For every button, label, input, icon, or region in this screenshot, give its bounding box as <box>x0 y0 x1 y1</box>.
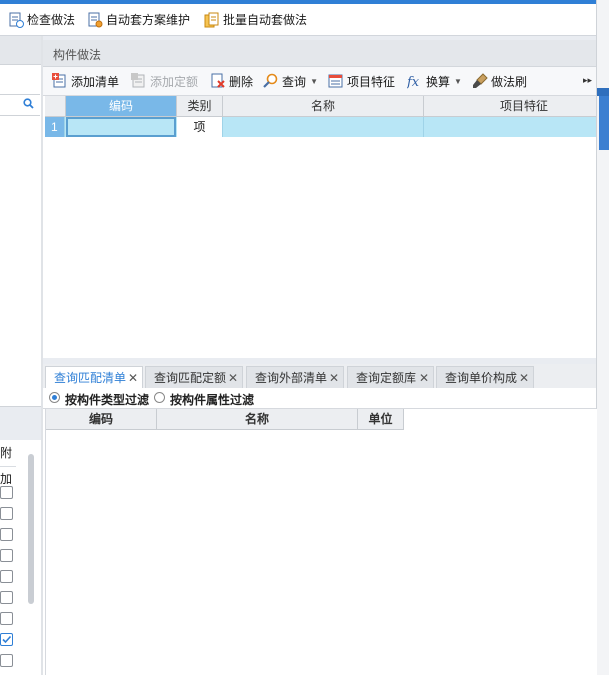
header-category[interactable]: 类别 <box>177 96 223 116</box>
tab-query-external-list[interactable]: 查询外部清单 ✕ <box>246 366 344 388</box>
auto-scheme-button[interactable]: 自动套方案维护 <box>83 8 194 32</box>
filter-by-attribute-radio[interactable] <box>154 392 165 403</box>
add-list-icon <box>52 73 68 89</box>
panel-title-bar: 构件做法 <box>43 40 596 67</box>
feature-table-icon <box>328 73 344 89</box>
search-icon <box>263 73 279 89</box>
left-search-box[interactable] <box>0 94 40 116</box>
left-panel-splitter[interactable] <box>0 406 41 441</box>
column-header-attach: 附加 <box>0 440 16 486</box>
left-panel-header <box>0 36 41 65</box>
check-method-button[interactable]: 检查做法 <box>4 8 79 32</box>
convert-button[interactable]: fx 换算 ▼ <box>404 69 465 93</box>
main-toolbar: 检查做法 自动套方案维护 批量自动套做法 <box>0 4 596 36</box>
add-quota-icon <box>131 73 147 89</box>
method-brush-button[interactable]: 做法刷 <box>469 69 530 93</box>
filter-by-type-label[interactable]: 按构件类型过滤 <box>65 391 149 408</box>
chevron-down-icon[interactable]: ▼ <box>310 77 318 86</box>
table-row[interactable]: 1 项 <box>45 117 596 137</box>
result-header-unit[interactable]: 单位 <box>358 409 404 430</box>
close-icon[interactable]: ✕ <box>519 367 529 389</box>
filter-by-type-radio[interactable] <box>49 392 60 403</box>
close-icon[interactable]: ✕ <box>228 367 238 389</box>
row-number[interactable]: 1 <box>45 117 65 137</box>
left-vertical-scrollbar[interactable] <box>28 454 34 604</box>
tab-query-unit-price[interactable]: 查询单价构成 ✕ <box>436 366 534 388</box>
attach-checkbox[interactable] <box>0 654 13 667</box>
attach-checkbox[interactable] <box>0 507 13 520</box>
left-panel: 附加 <box>0 36 42 675</box>
document-gear-icon <box>87 12 103 28</box>
filter-by-attribute-label[interactable]: 按构件属性过滤 <box>170 391 254 408</box>
batch-documents-icon <box>204 12 220 28</box>
component-method-panel: 构件做法 添加清单 添加定额 删除 查询 ▼ 项目特征 fx 换算 ▼ 做法刷 … <box>43 40 597 675</box>
dock-tab-top <box>597 88 609 96</box>
tab-query-quota-library[interactable]: 查询定额库 ✕ <box>347 366 434 388</box>
method-toolbar: 添加清单 添加定额 删除 查询 ▼ 项目特征 fx 换算 ▼ 做法刷 ▸▸ <box>43 67 596 96</box>
chevron-down-icon[interactable]: ▼ <box>454 77 462 86</box>
add-list-button[interactable]: 添加清单 <box>49 69 122 93</box>
cell-code[interactable] <box>66 117 176 137</box>
result-grid: 编码 名称 单位 <box>45 409 597 675</box>
tab-query-match-list[interactable]: 查询匹配清单 ✕ <box>45 366 143 389</box>
attach-checkbox[interactable] <box>0 528 13 541</box>
delete-button[interactable]: 删除 <box>207 69 256 93</box>
brush-icon <box>472 73 488 89</box>
batch-auto-button[interactable]: 批量自动套做法 <box>200 8 311 32</box>
result-header-code[interactable]: 编码 <box>46 409 157 430</box>
header-code[interactable]: 编码 <box>66 96 177 116</box>
query-tab-bar: 查询匹配清单 ✕ 查询匹配定额 ✕ 查询外部清单 ✕ 查询定额库 ✕ 查询单价构成 ✕ <box>43 364 596 389</box>
document-check-icon <box>8 12 24 28</box>
result-header-name[interactable]: 名称 <box>157 409 358 430</box>
attach-checkbox[interactable] <box>0 486 13 499</box>
cell-category[interactable]: 项 <box>177 117 223 137</box>
filter-bar: 按构件类型过滤 按构件属性过滤 <box>43 388 596 409</box>
close-icon[interactable]: ✕ <box>329 367 339 389</box>
attach-checkbox-checked[interactable] <box>0 633 13 646</box>
grid-corner <box>45 96 66 116</box>
cell-item-feature[interactable] <box>424 117 596 137</box>
query-button[interactable]: 查询 ▼ <box>260 69 321 93</box>
add-quota-button[interactable]: 添加定额 <box>128 69 201 93</box>
toolbar-overflow-icon[interactable]: ▸▸ <box>583 75 592 86</box>
panel-title: 构件做法 <box>53 48 102 62</box>
tab-query-match-quota[interactable]: 查询匹配定额 ✕ <box>145 366 243 388</box>
svg-text:fx: fx <box>407 75 420 89</box>
close-icon[interactable]: ✕ <box>419 367 429 389</box>
attach-checkbox[interactable] <box>0 570 13 583</box>
method-grid: 编码 类别 名称 项目特征 1 项 <box>45 96 596 409</box>
attach-checkbox[interactable] <box>0 591 13 604</box>
delete-icon <box>210 73 226 89</box>
header-item-feature[interactable]: 项目特征 <box>424 96 609 116</box>
item-feature-button[interactable]: 项目特征 <box>325 69 398 93</box>
left-property-list: 附加 <box>0 440 41 675</box>
cell-name[interactable] <box>223 117 424 137</box>
header-name[interactable]: 名称 <box>223 96 424 116</box>
function-fx-icon: fx <box>406 73 423 90</box>
grid-header: 编码 类别 名称 项目特征 <box>45 96 596 117</box>
search-icon[interactable] <box>23 98 34 112</box>
attach-checkbox[interactable] <box>0 549 13 562</box>
close-icon[interactable]: ✕ <box>128 367 138 389</box>
attach-checkbox[interactable] <box>0 612 13 625</box>
